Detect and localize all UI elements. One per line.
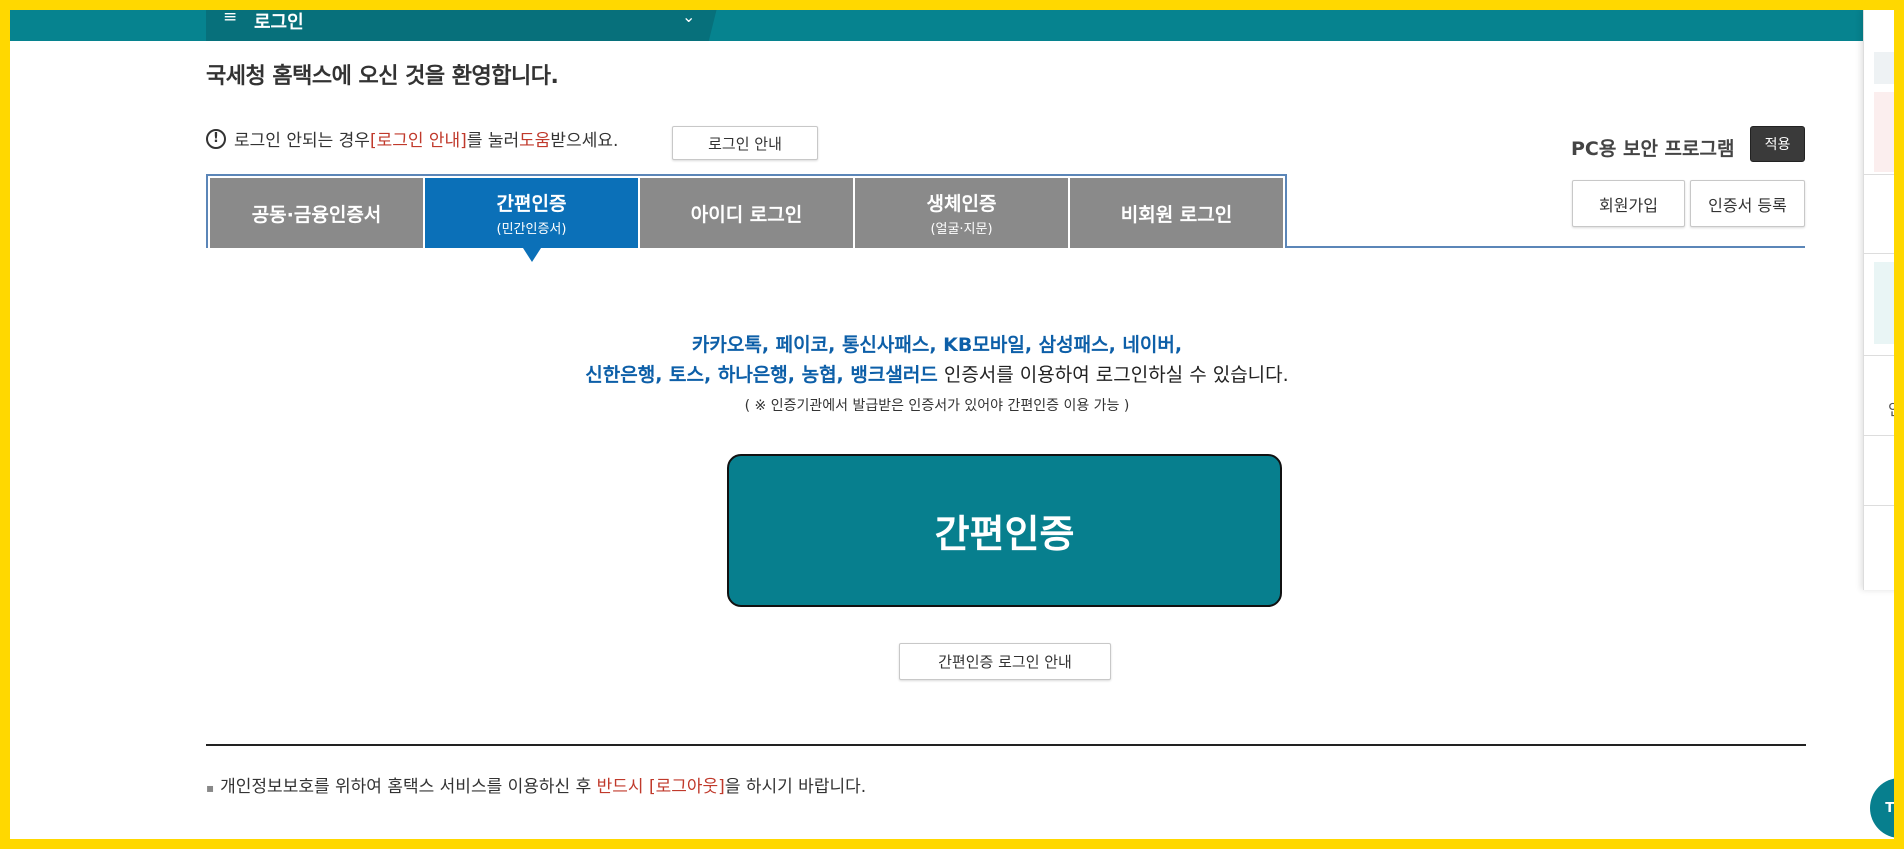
login-help-row: ! 로그인 안되는 경우 [로그인 안내] 를 눌러 도움 받으세요. bbox=[206, 126, 618, 151]
divider bbox=[1864, 253, 1894, 254]
divider bbox=[1864, 174, 1894, 175]
tab-sublabel: (민간인증서) bbox=[496, 222, 567, 237]
menu-icon[interactable]: ≡ bbox=[223, 10, 237, 26]
bullet-icon: ▪ bbox=[206, 781, 215, 795]
breadcrumb-current: 로그인 bbox=[254, 12, 304, 33]
security-program-label: PC용 보안 프로그램 bbox=[1571, 138, 1735, 160]
providers-line-1: 카카오톡, 페이코, 통신사패스, KB모바일, 삼성패스, 네이버, bbox=[10, 330, 1864, 357]
footer-divider bbox=[206, 744, 1806, 746]
scroll-top-button[interactable]: ↑ TOP bbox=[1870, 778, 1894, 838]
divider bbox=[1864, 435, 1894, 436]
footer-text-after: 을 하시기 바랍니다. bbox=[724, 777, 867, 797]
divider bbox=[1864, 505, 1894, 506]
help-link[interactable]: [로그인 안내] bbox=[370, 126, 467, 151]
chevron-down-icon[interactable]: ⌄ bbox=[682, 10, 695, 26]
divider bbox=[1864, 355, 1894, 356]
tab-divider bbox=[1287, 246, 1805, 248]
providers-note: ( ※ 인증기관에서 발급받은 인증서가 있어야 간편인증 이용 가능 ) bbox=[744, 398, 1130, 414]
register-cert-button[interactable]: 인증서 등록 bbox=[1690, 180, 1805, 227]
apply-button[interactable]: 적용 bbox=[1750, 126, 1805, 162]
login-tabs: 공동·금융인증서 간편인증 (민간인증서) 아이디 로그인 생체인증 (얼굴·지… bbox=[206, 174, 1287, 262]
help-emphasis: 도움 bbox=[519, 131, 551, 151]
simple-auth-guide-button[interactable]: 간편인증 로그인 안내 bbox=[899, 643, 1111, 680]
tab-biometric[interactable]: 생체인증 (얼굴·지문) bbox=[855, 178, 1068, 248]
providers-list-1: 카카오톡, 페이코, 통신사패스, KB모바일, 삼성패스, 네이버, bbox=[691, 334, 1183, 356]
providers-description: 인증서를 이용하여 로그인하실 수 있습니다. bbox=[937, 364, 1289, 386]
quick-item[interactable] bbox=[1874, 52, 1894, 84]
tab-label: 생체인증 bbox=[926, 193, 997, 215]
tab-id-login[interactable]: 아이디 로그인 bbox=[640, 178, 853, 248]
simple-auth-button[interactable]: 간편인증 bbox=[727, 454, 1282, 607]
quick-item[interactable] bbox=[1874, 262, 1894, 344]
quick-item-label: 인 bbox=[1888, 396, 1894, 420]
page-title: 국세청 홈택스에 오신 것을 환영합니다. bbox=[206, 64, 559, 89]
tab-label: 공동·금융인증서 bbox=[251, 203, 382, 226]
tab-joint-cert[interactable]: 공동·금융인증서 bbox=[210, 178, 423, 248]
providers-line-2: 신한은행, 토스, 하나은행, 농협, 뱅크샐러드 인증서를 이용하여 로그인하… bbox=[10, 360, 1864, 387]
tab-label: 아이디 로그인 bbox=[690, 203, 803, 226]
footer-text-before: 개인정보보호를 위하여 홈택스 서비스를 이용하신 후 bbox=[220, 777, 597, 797]
tab-sublabel: (얼굴·지문) bbox=[930, 222, 993, 237]
help-text-middle: 를 눌러 bbox=[466, 131, 520, 151]
top-label: TOP bbox=[1885, 801, 1894, 816]
warning-icon: ! bbox=[206, 128, 226, 149]
arrow-up-icon: ↑ bbox=[1870, 788, 1894, 802]
quick-item[interactable] bbox=[1874, 92, 1894, 172]
providers-list-2: 신한은행, 토스, 하나은행, 농협, 뱅크샐러드 bbox=[585, 364, 938, 386]
tab-guest-login[interactable]: 비회원 로그인 bbox=[1070, 178, 1283, 248]
join-button[interactable]: 회원가입 bbox=[1572, 180, 1685, 227]
help-text-after: 받으세요. bbox=[550, 131, 619, 151]
tab-simple-auth[interactable]: 간편인증 (민간인증서) bbox=[425, 178, 638, 262]
tab-label: 간편인증 bbox=[496, 193, 567, 215]
top-nav-bar: ≡ 로그인 ⌄ bbox=[10, 10, 1864, 41]
tab-label: 비회원 로그인 bbox=[1120, 203, 1233, 226]
footer-emphasis: 반드시 [로그아웃] bbox=[596, 777, 725, 797]
help-text-before: 로그인 안되는 경우 bbox=[234, 131, 370, 151]
login-guide-button[interactable]: 로그인 안내 bbox=[672, 126, 818, 160]
footer-notice: ▪ 개인정보보호를 위하여 홈택스 서비스를 이용하신 후 반드시 [로그아웃]을… bbox=[206, 772, 866, 797]
right-quick-panel: 최 인 bbox=[1863, 10, 1894, 590]
viewport: ≡ 로그인 ⌄ 국세청 홈택스에 오신 것을 환영합니다. ! 로그인 안되는 … bbox=[10, 10, 1894, 839]
